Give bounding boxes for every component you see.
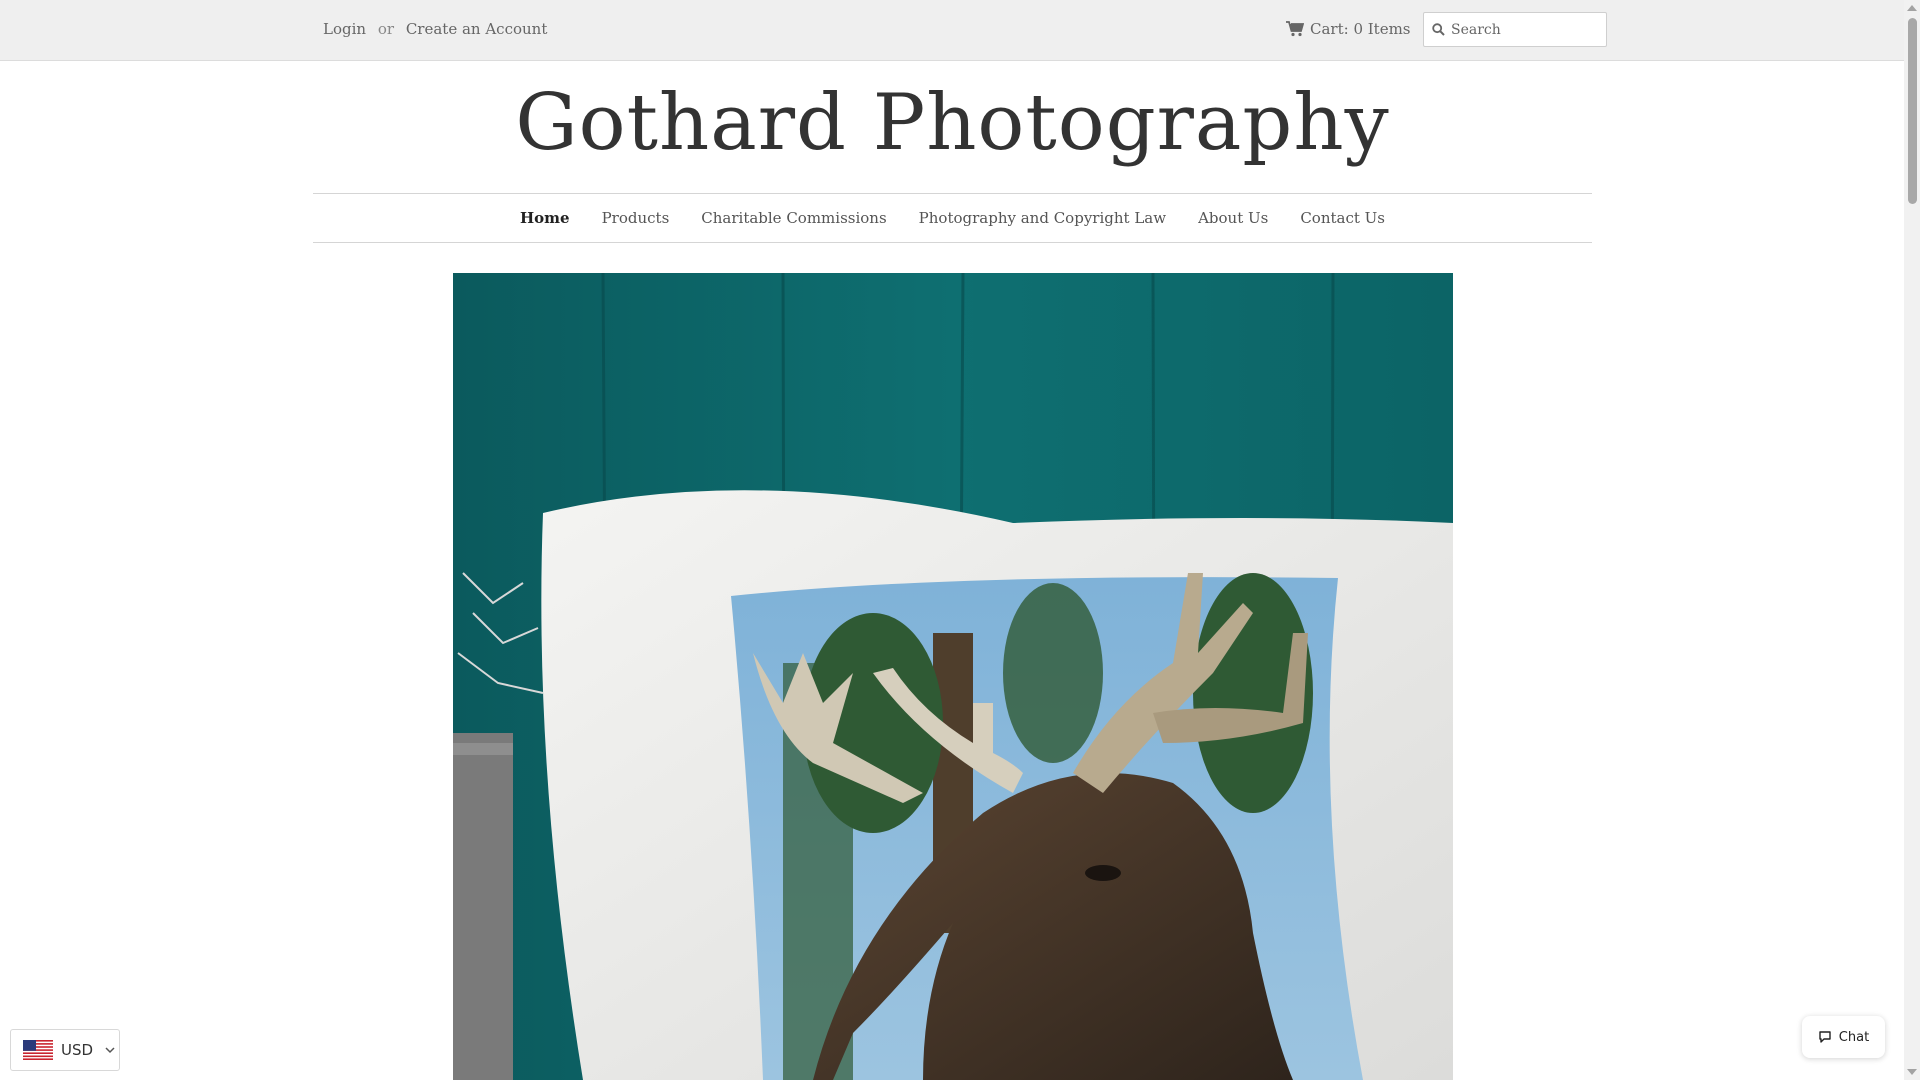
site-title[interactable]: Gothard Photography (313, 78, 1592, 168)
scroll-down-arrow[interactable] (1907, 1069, 1917, 1075)
chat-bubble-icon (1819, 1031, 1831, 1043)
account-links: Login or Create an Account (323, 20, 547, 38)
login-link[interactable]: Login (323, 20, 366, 38)
chat-label: Chat (1838, 1029, 1870, 1045)
moose-pillow-photo (453, 273, 1453, 1080)
us-flag-icon (23, 1040, 53, 1060)
search-icon (1432, 23, 1445, 36)
nav-item-home[interactable]: Home (520, 209, 570, 227)
account-separator: or (377, 20, 395, 38)
cart-label: Cart: 0 Items (1310, 20, 1411, 38)
page-scrollbar[interactable] (1904, 0, 1920, 1080)
nav-item-photography-copyright-law[interactable]: Photography and Copyright Law (919, 209, 1166, 227)
nav-item-charitable-commissions[interactable]: Charitable Commissions (701, 209, 886, 227)
nav-item-about-us[interactable]: About Us (1198, 209, 1268, 227)
search-box (1423, 12, 1607, 47)
currency-selector[interactable]: USD (10, 1029, 120, 1071)
chat-button[interactable]: Chat (1802, 1016, 1885, 1058)
search-input[interactable] (1451, 21, 1601, 38)
create-account-link[interactable]: Create an Account (406, 20, 548, 38)
nav-item-products[interactable]: Products (602, 209, 670, 227)
chevron-down-icon (105, 1047, 115, 1054)
nav-item-contact-us[interactable]: Contact Us (1300, 209, 1385, 227)
currency-code: USD (61, 1041, 94, 1059)
top-bar: Login or Create an Account Cart: 0 Items (0, 0, 1904, 61)
scroll-up-arrow[interactable] (1907, 5, 1917, 11)
cart-icon (1286, 21, 1304, 37)
cart-link[interactable]: Cart: 0 Items (1286, 20, 1411, 38)
hero-image[interactable] (453, 273, 1453, 1080)
main-nav: Home Products Charitable Commissions Pho… (313, 193, 1592, 243)
scroll-thumb[interactable] (1908, 18, 1917, 204)
